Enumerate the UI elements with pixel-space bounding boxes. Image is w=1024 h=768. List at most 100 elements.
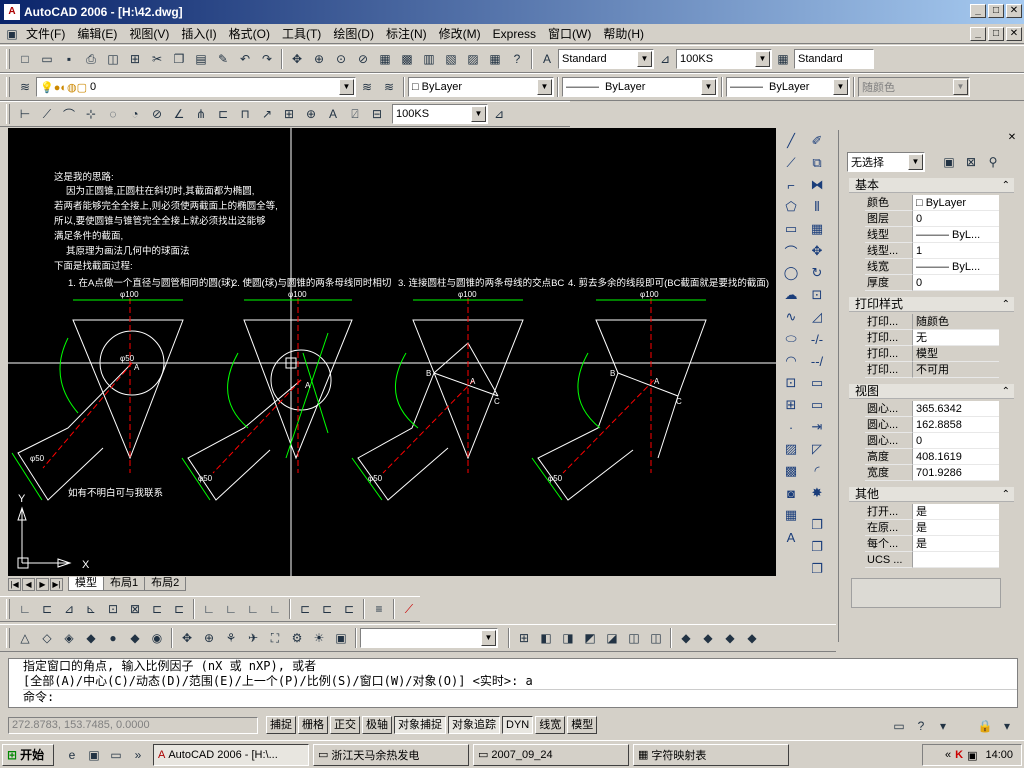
input-method-icon[interactable]: K	[955, 749, 963, 761]
color-combo[interactable]: □ ByLayer ▼	[408, 77, 554, 97]
copy-object-icon[interactable]: ⧉	[806, 152, 828, 174]
osnap-toggle[interactable]: 对象捕捉	[394, 716, 446, 734]
ucs-world-icon[interactable]: ⊿	[59, 599, 79, 619]
desktop-icon[interactable]: ▣	[84, 745, 104, 765]
menu-view[interactable]: 视图(V)	[123, 24, 175, 44]
toggle-pickadd-icon[interactable]: ▣	[939, 152, 959, 172]
move-icon[interactable]: ✥	[806, 240, 828, 262]
property-row[interactable]: 打印... 无	[865, 330, 999, 346]
hatch-icon[interactable]: ▨	[780, 438, 802, 460]
property-value[interactable]	[913, 552, 999, 568]
property-row[interactable]: 线型 ——— ByL...	[865, 227, 999, 243]
break-at-point-icon[interactable]: ▭	[806, 372, 828, 394]
mtext-icon[interactable]: A	[780, 526, 802, 548]
property-row[interactable]: 打印... 模型	[865, 346, 999, 362]
preview-icon[interactable]: ◫	[103, 49, 123, 69]
dim-style-icon[interactable]: ⊿	[655, 49, 675, 69]
ne-iso-icon[interactable]: ◆	[720, 628, 740, 648]
property-value[interactable]: 0	[913, 275, 999, 291]
draworder-front-icon[interactable]: ❐	[806, 536, 828, 558]
property-value[interactable]: ——— ByL...	[913, 227, 999, 243]
polygon-icon[interactable]: ⬠	[780, 196, 802, 218]
gradient-icon[interactable]: ▩	[780, 460, 802, 482]
task-folder-1[interactable]: ▭ 浙江天马余热发电	[313, 743, 469, 766]
property-value[interactable]: 无	[913, 330, 999, 346]
toolbar-grip[interactable]	[6, 104, 10, 124]
maximize-button[interactable]: □	[988, 4, 1004, 18]
ucs-manager-icon[interactable]: ≡	[369, 599, 389, 619]
menu-window[interactable]: 窗口(W)	[542, 24, 597, 44]
select-objects-icon[interactable]: ⊠	[961, 152, 981, 172]
dim-arclength-icon[interactable]: ⌒	[59, 104, 79, 124]
dim-style-manager-icon[interactable]: ⊿	[489, 104, 509, 124]
zoom-window-icon[interactable]: ⊙	[331, 49, 351, 69]
chamfer-icon[interactable]: ◸	[806, 438, 828, 460]
help-icon[interactable]: ?	[507, 49, 527, 69]
text-style-combo[interactable]: Standard ▼	[558, 49, 654, 69]
redo-icon[interactable]: ↷	[257, 49, 277, 69]
markup-icon[interactable]: ▨	[463, 49, 483, 69]
tray-expand-icon[interactable]: «	[945, 749, 951, 761]
ucs-face-icon[interactable]: ⊡	[103, 599, 123, 619]
chevron-down-icon[interactable]: ▼	[339, 79, 354, 95]
property-row[interactable]: 图层 0	[865, 211, 999, 227]
ucs-prev-icon[interactable]: ⊏	[37, 599, 57, 619]
toolbar-grip[interactable]	[6, 77, 10, 97]
doc-restore-button[interactable]: □	[988, 27, 1004, 41]
rectangle-icon[interactable]: ▭	[780, 218, 802, 240]
fly-icon[interactable]: ✈	[243, 628, 263, 648]
property-row[interactable]: 打印... 随颜色	[865, 314, 999, 330]
ucs-z-icon[interactable]: ∟	[265, 599, 285, 619]
property-value[interactable]: □ ByLayer	[913, 195, 999, 211]
text-style-icon[interactable]: A	[537, 49, 557, 69]
array-icon[interactable]: ▦	[806, 218, 828, 240]
chevron-down-icon[interactable]: ▼	[833, 79, 848, 95]
property-row[interactable]: 宽度 701.9286	[865, 465, 999, 481]
palette-close-icon[interactable]: ✕	[1006, 132, 1018, 144]
expand-tray-icon[interactable]: ▾	[933, 716, 953, 736]
view-hidden-icon[interactable]: ◈	[59, 628, 79, 648]
chevron-down-icon[interactable]: ▼	[755, 51, 770, 67]
menu-dimension[interactable]: 标注(N)	[380, 24, 433, 44]
property-section-header[interactable]: 基本 ⌃	[849, 178, 1014, 193]
center-mark-icon[interactable]: ⊕	[301, 104, 321, 124]
menu-edit[interactable]: 编辑(E)	[71, 24, 123, 44]
menu-express[interactable]: Express	[487, 24, 542, 44]
property-row[interactable]: 圆心... 162.8858	[865, 417, 999, 433]
collapse-icon[interactable]: ⌃	[1002, 487, 1010, 502]
undo-icon[interactable]: ↶	[235, 49, 255, 69]
menu-modify[interactable]: 修改(M)	[433, 24, 487, 44]
property-row[interactable]: 圆心... 0	[865, 433, 999, 449]
property-row[interactable]: 打开... 是	[865, 504, 999, 520]
nw-iso-icon[interactable]: ◆	[742, 628, 762, 648]
dim-baseline-icon[interactable]: ⊏	[213, 104, 233, 124]
named-view-combo[interactable]: ▼	[360, 628, 498, 648]
next-tab-icon[interactable]: ▶	[36, 577, 49, 591]
layer-previous-icon[interactable]: ≋	[379, 77, 399, 97]
property-value[interactable]: 408.1619	[913, 449, 999, 465]
ucs-zaxis-icon[interactable]: ⊏	[169, 599, 189, 619]
copy-icon[interactable]: ❐	[169, 49, 189, 69]
offset-icon[interactable]: ⫴	[806, 196, 828, 218]
snap-toggle[interactable]: 捕捉	[266, 716, 296, 734]
mirror-icon[interactable]: ⧓	[806, 174, 828, 196]
trim-icon[interactable]: -/-	[806, 328, 828, 350]
rotate-icon[interactable]: ↻	[806, 262, 828, 284]
zoom-icon-2[interactable]: ⊕	[199, 628, 219, 648]
folder-icon[interactable]: ▭	[106, 745, 126, 765]
new-icon[interactable]: □	[15, 49, 35, 69]
property-section-header[interactable]: 视图 ⌃	[849, 384, 1014, 399]
lineweight-toggle[interactable]: 线宽	[535, 716, 566, 734]
property-row[interactable]: 厚度 0	[865, 275, 999, 291]
bottom-view-icon[interactable]: ◨	[558, 628, 578, 648]
view-flat-icon[interactable]: ◆	[81, 628, 101, 648]
menu-help[interactable]: 帮助(H)	[597, 24, 650, 44]
property-value[interactable]: 是	[913, 520, 999, 536]
collapse-icon[interactable]: ⌃	[1002, 297, 1010, 312]
quick-dim-icon[interactable]: ⋔	[191, 104, 211, 124]
tolerance-icon[interactable]: ⊞	[279, 104, 299, 124]
doc-minimize-button[interactable]: _	[970, 27, 986, 41]
orbit-icon[interactable]: ✥	[177, 628, 197, 648]
command-window[interactable]: 指定窗口的角点, 输入比例因子 (nX 或 nXP), 或者 [全部(A)/中心…	[8, 658, 1018, 708]
document-icon[interactable]: ▣	[5, 24, 19, 44]
